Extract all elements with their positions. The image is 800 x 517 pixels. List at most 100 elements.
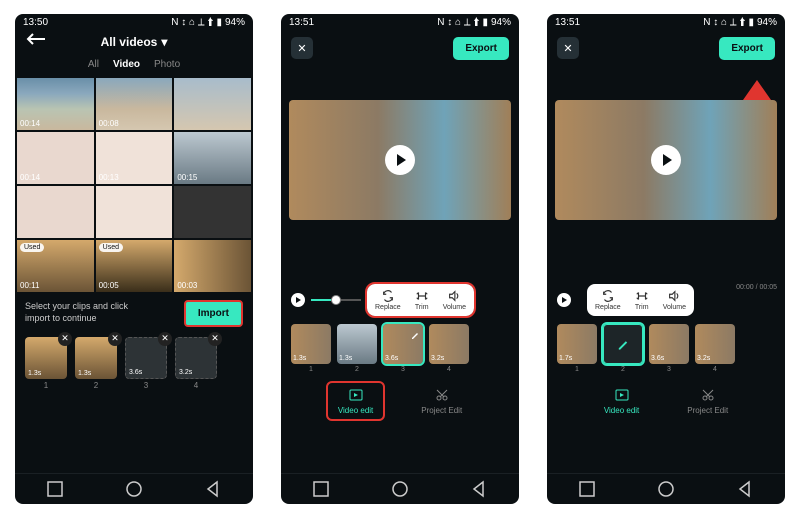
recent-apps-icon[interactable] xyxy=(312,480,330,498)
video-thumb[interactable]: Used 00:05 xyxy=(96,240,173,292)
home-icon[interactable] xyxy=(657,480,675,498)
selected-clips-strip: 1.3s ✕ 1 1.3s ✕ 2 3.6s ✕ 3 3.2s ✕ 4 xyxy=(15,335,253,394)
video-thumb[interactable]: 00:08 xyxy=(96,78,173,130)
export-button[interactable]: Export xyxy=(719,37,775,60)
status-battery: 94% xyxy=(491,17,511,28)
play-icon[interactable] xyxy=(651,145,681,175)
selected-clip[interactable]: 1.3s ✕ 2 xyxy=(75,337,117,390)
timeline-clips: 1.3s1 1.3s2 3.6s3 3.2s4 xyxy=(281,316,519,375)
tab-video-edit[interactable]: Video edit xyxy=(594,383,649,419)
replace-tool[interactable]: Replace xyxy=(595,289,621,311)
timeline-scrubber[interactable] xyxy=(311,299,361,301)
selected-clip[interactable]: 3.2s ✕ 4 xyxy=(175,337,217,390)
status-icons: N ↕ ⌂ ⟂ ⬆ xyxy=(437,17,479,28)
timeline-clip[interactable]: 1.7s1 xyxy=(557,324,597,373)
tab-project-edit[interactable]: Project Edit xyxy=(411,383,472,419)
status-time: 13:51 xyxy=(289,17,314,28)
phone-screen-3-export: 13:51 N ↕ ⌂ ⟂ ⬆ ▮ 94% ✕ Export 00:00 / 0… xyxy=(547,14,785,504)
timeline-clip[interactable]: 3.6s3 xyxy=(383,324,423,373)
battery-icon: ▮ xyxy=(482,17,488,28)
clip-tools-popup: Replace Trim Volume xyxy=(587,284,694,316)
video-thumb[interactable]: 00:03 xyxy=(174,240,251,292)
selected-clip[interactable]: 1.3s ✕ 1 xyxy=(25,337,67,390)
status-bar: 13:51 N ↕ ⌂ ⟂ ⬆ ▮ 94% xyxy=(281,14,519,29)
tab-photo[interactable]: Photo xyxy=(154,59,180,70)
home-icon[interactable] xyxy=(125,480,143,498)
video-thumb[interactable] xyxy=(17,186,94,238)
chevron-down-icon: ▾ xyxy=(161,35,167,49)
used-badge: Used xyxy=(99,243,123,252)
volume-tool[interactable]: Volume xyxy=(443,289,466,311)
used-badge: Used xyxy=(20,243,44,252)
status-time: 13:51 xyxy=(555,17,580,28)
close-button[interactable]: ✕ xyxy=(557,37,579,59)
video-thumb[interactable] xyxy=(96,186,173,238)
home-icon[interactable] xyxy=(391,480,409,498)
timeline-clip[interactable]: 3.6s3 xyxy=(649,324,689,373)
recent-apps-icon[interactable] xyxy=(578,480,596,498)
tab-video[interactable]: Video xyxy=(113,59,140,70)
close-button[interactable]: ✕ xyxy=(291,37,313,59)
battery-icon: ▮ xyxy=(748,17,754,28)
trim-tool[interactable]: Trim xyxy=(415,289,429,311)
import-button[interactable]: Import xyxy=(184,300,243,327)
status-bar: 13:51 N ↕ ⌂ ⟂ ⬆ ▮ 94% xyxy=(547,14,785,29)
status-battery: 94% xyxy=(225,17,245,28)
phone-screen-2-editor: 13:51 N ↕ ⌂ ⟂ ⬆ ▮ 94% ✕ Export Replace xyxy=(281,14,519,504)
clip-tools-popup: Replace Trim Volume xyxy=(367,284,474,316)
android-navbar xyxy=(547,473,785,504)
timeline-play-icon[interactable] xyxy=(291,293,305,307)
back-icon[interactable] xyxy=(736,480,754,498)
playback-timecode: 00:00 / 00:05 xyxy=(736,284,777,291)
tab-all[interactable]: All xyxy=(88,59,99,70)
video-thumb[interactable]: 00:14 xyxy=(17,78,94,130)
timeline-clip[interactable]: 1.3s2 xyxy=(337,324,377,373)
edit-icon xyxy=(616,337,630,351)
video-thumb[interactable]: 00:15 xyxy=(174,132,251,184)
replace-tool[interactable]: Replace xyxy=(375,289,401,311)
remove-clip-icon[interactable]: ✕ xyxy=(208,332,222,346)
tab-project-edit[interactable]: Project Edit xyxy=(677,383,738,419)
timeline-clip[interactable]: 2 xyxy=(603,324,643,373)
triptych: 13:50 N ↕ ⌂ ⟂ ⬆ ▮ 94% All videos ▾ All V… xyxy=(15,14,785,504)
video-grid: 00:14 00:08 00:14 00:13 00:15 Used 00:11… xyxy=(15,78,253,292)
edit-icon xyxy=(410,327,420,345)
remove-clip-icon[interactable]: ✕ xyxy=(158,332,172,346)
video-thumb[interactable]: 00:14 xyxy=(17,132,94,184)
video-preview[interactable] xyxy=(289,100,511,220)
timeline-play-icon[interactable] xyxy=(557,293,571,307)
recent-apps-icon[interactable] xyxy=(46,480,64,498)
play-icon[interactable] xyxy=(385,145,415,175)
video-thumb[interactable]: Used 00:11 xyxy=(17,240,94,292)
remove-clip-icon[interactable]: ✕ xyxy=(58,332,72,346)
gallery-title: All videos xyxy=(101,35,158,49)
status-time: 13:50 xyxy=(23,17,48,28)
remove-clip-icon[interactable]: ✕ xyxy=(108,332,122,346)
volume-tool[interactable]: Volume xyxy=(663,289,686,311)
back-icon[interactable] xyxy=(204,480,222,498)
phone-screen-1-gallery: 13:50 N ↕ ⌂ ⟂ ⬆ ▮ 94% All videos ▾ All V… xyxy=(15,14,253,504)
back-arrow-icon[interactable] xyxy=(25,32,47,51)
timeline-clip[interactable]: 3.2s4 xyxy=(429,324,469,373)
tab-video-edit[interactable]: Video edit xyxy=(328,383,383,419)
import-instruction: Select your clips and click import to co… xyxy=(25,301,155,324)
video-thumb[interactable] xyxy=(174,186,251,238)
status-bar: 13:50 N ↕ ⌂ ⟂ ⬆ ▮ 94% xyxy=(15,14,253,29)
export-button[interactable]: Export xyxy=(453,37,509,60)
close-icon: ✕ xyxy=(563,42,572,55)
status-icons: N ↕ ⌂ ⟂ ⬆ xyxy=(703,17,745,28)
battery-icon: ▮ xyxy=(216,17,222,28)
timeline-clips: 1.7s1 2 3.6s3 3.2s4 xyxy=(547,316,785,375)
video-preview[interactable] xyxy=(555,100,777,220)
status-battery: 94% xyxy=(757,17,777,28)
gallery-source-dropdown[interactable]: All videos ▾ xyxy=(101,35,168,49)
video-thumb[interactable]: 00:13 xyxy=(96,132,173,184)
selected-clip[interactable]: 3.6s ✕ 3 xyxy=(125,337,167,390)
status-icons: N ↕ ⌂ ⟂ ⬆ xyxy=(171,17,213,28)
back-icon[interactable] xyxy=(470,480,488,498)
close-icon: ✕ xyxy=(297,42,306,55)
trim-tool[interactable]: Trim xyxy=(635,289,649,311)
timeline-clip[interactable]: 3.2s4 xyxy=(695,324,735,373)
video-thumb[interactable] xyxy=(174,78,251,130)
timeline-clip[interactable]: 1.3s1 xyxy=(291,324,331,373)
